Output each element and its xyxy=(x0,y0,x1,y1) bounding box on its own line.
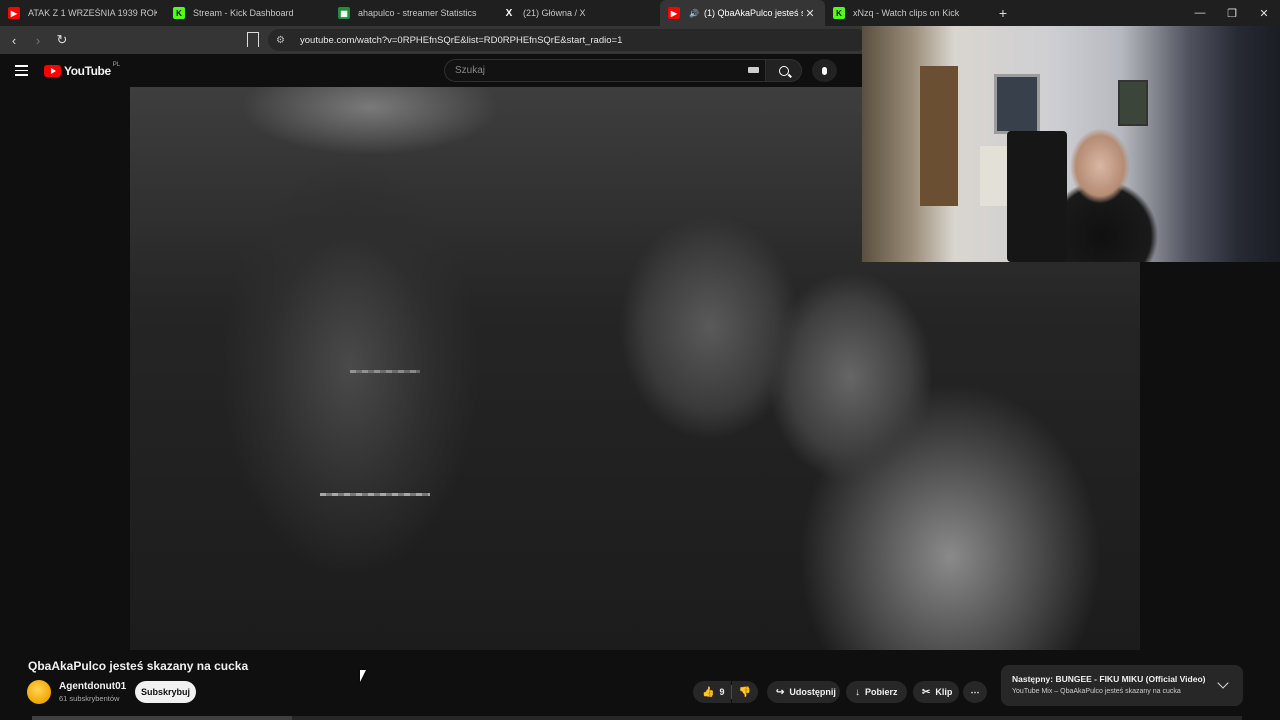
scrollbar-thumb[interactable] xyxy=(32,716,292,720)
subscribe-button[interactable]: Subskrybuj xyxy=(135,681,196,703)
page-scrollbar[interactable] xyxy=(32,716,1242,720)
up-next-subtitle: YouTube Mix – QbaAkaPulco jesteś skazany… xyxy=(1012,688,1181,695)
clip-label: Klip xyxy=(935,687,953,697)
search-input[interactable]: Szukaj xyxy=(444,59,766,82)
channel-avatar[interactable] xyxy=(27,680,51,704)
download-label: Pobierz xyxy=(865,687,898,697)
youtube-wordmark: YouTube xyxy=(64,64,111,78)
webcam-overlay xyxy=(862,26,1280,262)
browser-tab[interactable]: X (21) Główna / X xyxy=(495,0,660,26)
youtube-logo[interactable]: YouTube PL xyxy=(44,62,121,78)
address-bar[interactable]: ⚙ youtube.com/watch?v=0RPHEfnSQrE&list=R… xyxy=(268,29,868,51)
webcam-background xyxy=(1007,131,1067,262)
browser-tab-active[interactable]: ▶ 🔊 (1) QbaAkaPulco jesteś skazan ✕ xyxy=(660,0,825,26)
kick-icon: K xyxy=(173,7,185,19)
tab-title: ahapulco - streamer Statistics xyxy=(358,8,477,18)
share-label: Udostępnij xyxy=(789,687,836,697)
voice-search-button[interactable] xyxy=(812,59,837,82)
channel-name[interactable]: Agentdonut01 xyxy=(59,681,126,692)
x-icon: X xyxy=(505,7,513,19)
browser-tab[interactable]: ▦ ahapulco - streamer Statistics xyxy=(330,0,495,26)
minimize-icon[interactable]: — xyxy=(1184,7,1216,20)
youtube-icon: ▶ xyxy=(8,7,20,19)
webcam-background xyxy=(994,74,1040,134)
browser-tab[interactable]: K Stream - Kick Dashboard xyxy=(165,0,330,26)
download-button[interactable]: ↓ Pobierz xyxy=(846,681,907,703)
chevron-down-icon[interactable] xyxy=(1217,677,1229,689)
menu-icon[interactable] xyxy=(15,65,28,79)
subscriber-count: 61 subskrybentów xyxy=(59,694,120,703)
new-tab-icon[interactable]: + xyxy=(990,5,1016,21)
download-icon: ↓ xyxy=(855,686,860,698)
reload-icon[interactable]: ↻ xyxy=(52,32,72,48)
tab-title: (1) QbaAkaPulco jesteś skazan xyxy=(704,8,803,18)
tab-title: Stream - Kick Dashboard xyxy=(193,8,294,18)
up-next-card[interactable]: Następny: BUNGEE - FIKU MIKU (Official V… xyxy=(1001,665,1243,706)
back-icon[interactable]: ‹ xyxy=(4,33,24,48)
share-icon: ↪ xyxy=(776,686,785,698)
window-controls: — ❐ ✕ xyxy=(1184,7,1280,20)
forward-icon[interactable]: › xyxy=(28,33,48,48)
tab-title: ATAK Z 1 WRZEŚNIA 1939 ROKU NIE xyxy=(28,8,157,18)
browser-tab[interactable]: ▶ ATAK Z 1 WRZEŚNIA 1939 ROKU NIE xyxy=(0,0,165,26)
youtube-icon: ▶ xyxy=(668,7,680,19)
webcam-background xyxy=(1118,80,1148,126)
country-code: PL xyxy=(112,62,121,68)
clip-button[interactable]: ✂ Klip xyxy=(913,681,959,703)
scissors-icon: ✂ xyxy=(922,686,931,698)
more-actions-button[interactable]: ⋯ xyxy=(963,681,987,703)
speaker-icon[interactable]: 🔊 xyxy=(688,7,700,19)
url-text: youtube.com/watch?v=0RPHEfnSQrE&list=RD0… xyxy=(300,34,623,46)
like-count: 9 xyxy=(719,687,725,697)
mouse-cursor xyxy=(360,670,366,682)
up-next-title: Następny: BUNGEE - FIKU MIKU (Official V… xyxy=(1012,674,1206,684)
close-tab-icon[interactable]: ✕ xyxy=(803,7,817,20)
more-icon: ⋯ xyxy=(970,686,980,697)
close-window-icon[interactable]: ✕ xyxy=(1248,7,1280,20)
tab-title: (21) Główna / X xyxy=(523,8,586,18)
video-frame-detail xyxy=(350,370,420,373)
video-frame-detail xyxy=(320,493,430,496)
tab-title: xNzq - Watch clips on Kick xyxy=(853,8,960,18)
dislike-button[interactable]: 👎 xyxy=(732,681,758,703)
search-button[interactable] xyxy=(766,59,802,82)
restore-icon[interactable]: ❐ xyxy=(1216,7,1248,20)
kick-icon: K xyxy=(833,7,845,19)
thumbs-up-icon: 👍 xyxy=(702,686,715,698)
youtube-play-icon xyxy=(44,65,61,77)
statistics-icon: ▦ xyxy=(338,7,350,19)
search-icon xyxy=(778,65,789,76)
browser-tab-strip: ▶ ATAK Z 1 WRZEŚNIA 1939 ROKU NIE K Stre… xyxy=(0,0,1280,26)
video-title: QbaAkaPulco jesteś skazany na cucka xyxy=(28,659,249,673)
search-placeholder: Szukaj xyxy=(455,65,486,76)
thumbs-down-icon: 👎 xyxy=(738,686,752,698)
browser-tab[interactable]: K xNzq - Watch clips on Kick xyxy=(825,0,990,26)
bookmark-icon[interactable] xyxy=(247,32,259,47)
share-button[interactable]: ↪ Udostępnij xyxy=(767,681,840,703)
webcam-background xyxy=(980,146,1008,206)
like-button[interactable]: 👍 9 xyxy=(693,681,731,703)
site-info-icon[interactable]: ⚙ xyxy=(276,35,288,46)
keyboard-icon[interactable] xyxy=(748,67,759,73)
webcam-background xyxy=(920,66,958,206)
microphone-icon xyxy=(822,66,827,75)
